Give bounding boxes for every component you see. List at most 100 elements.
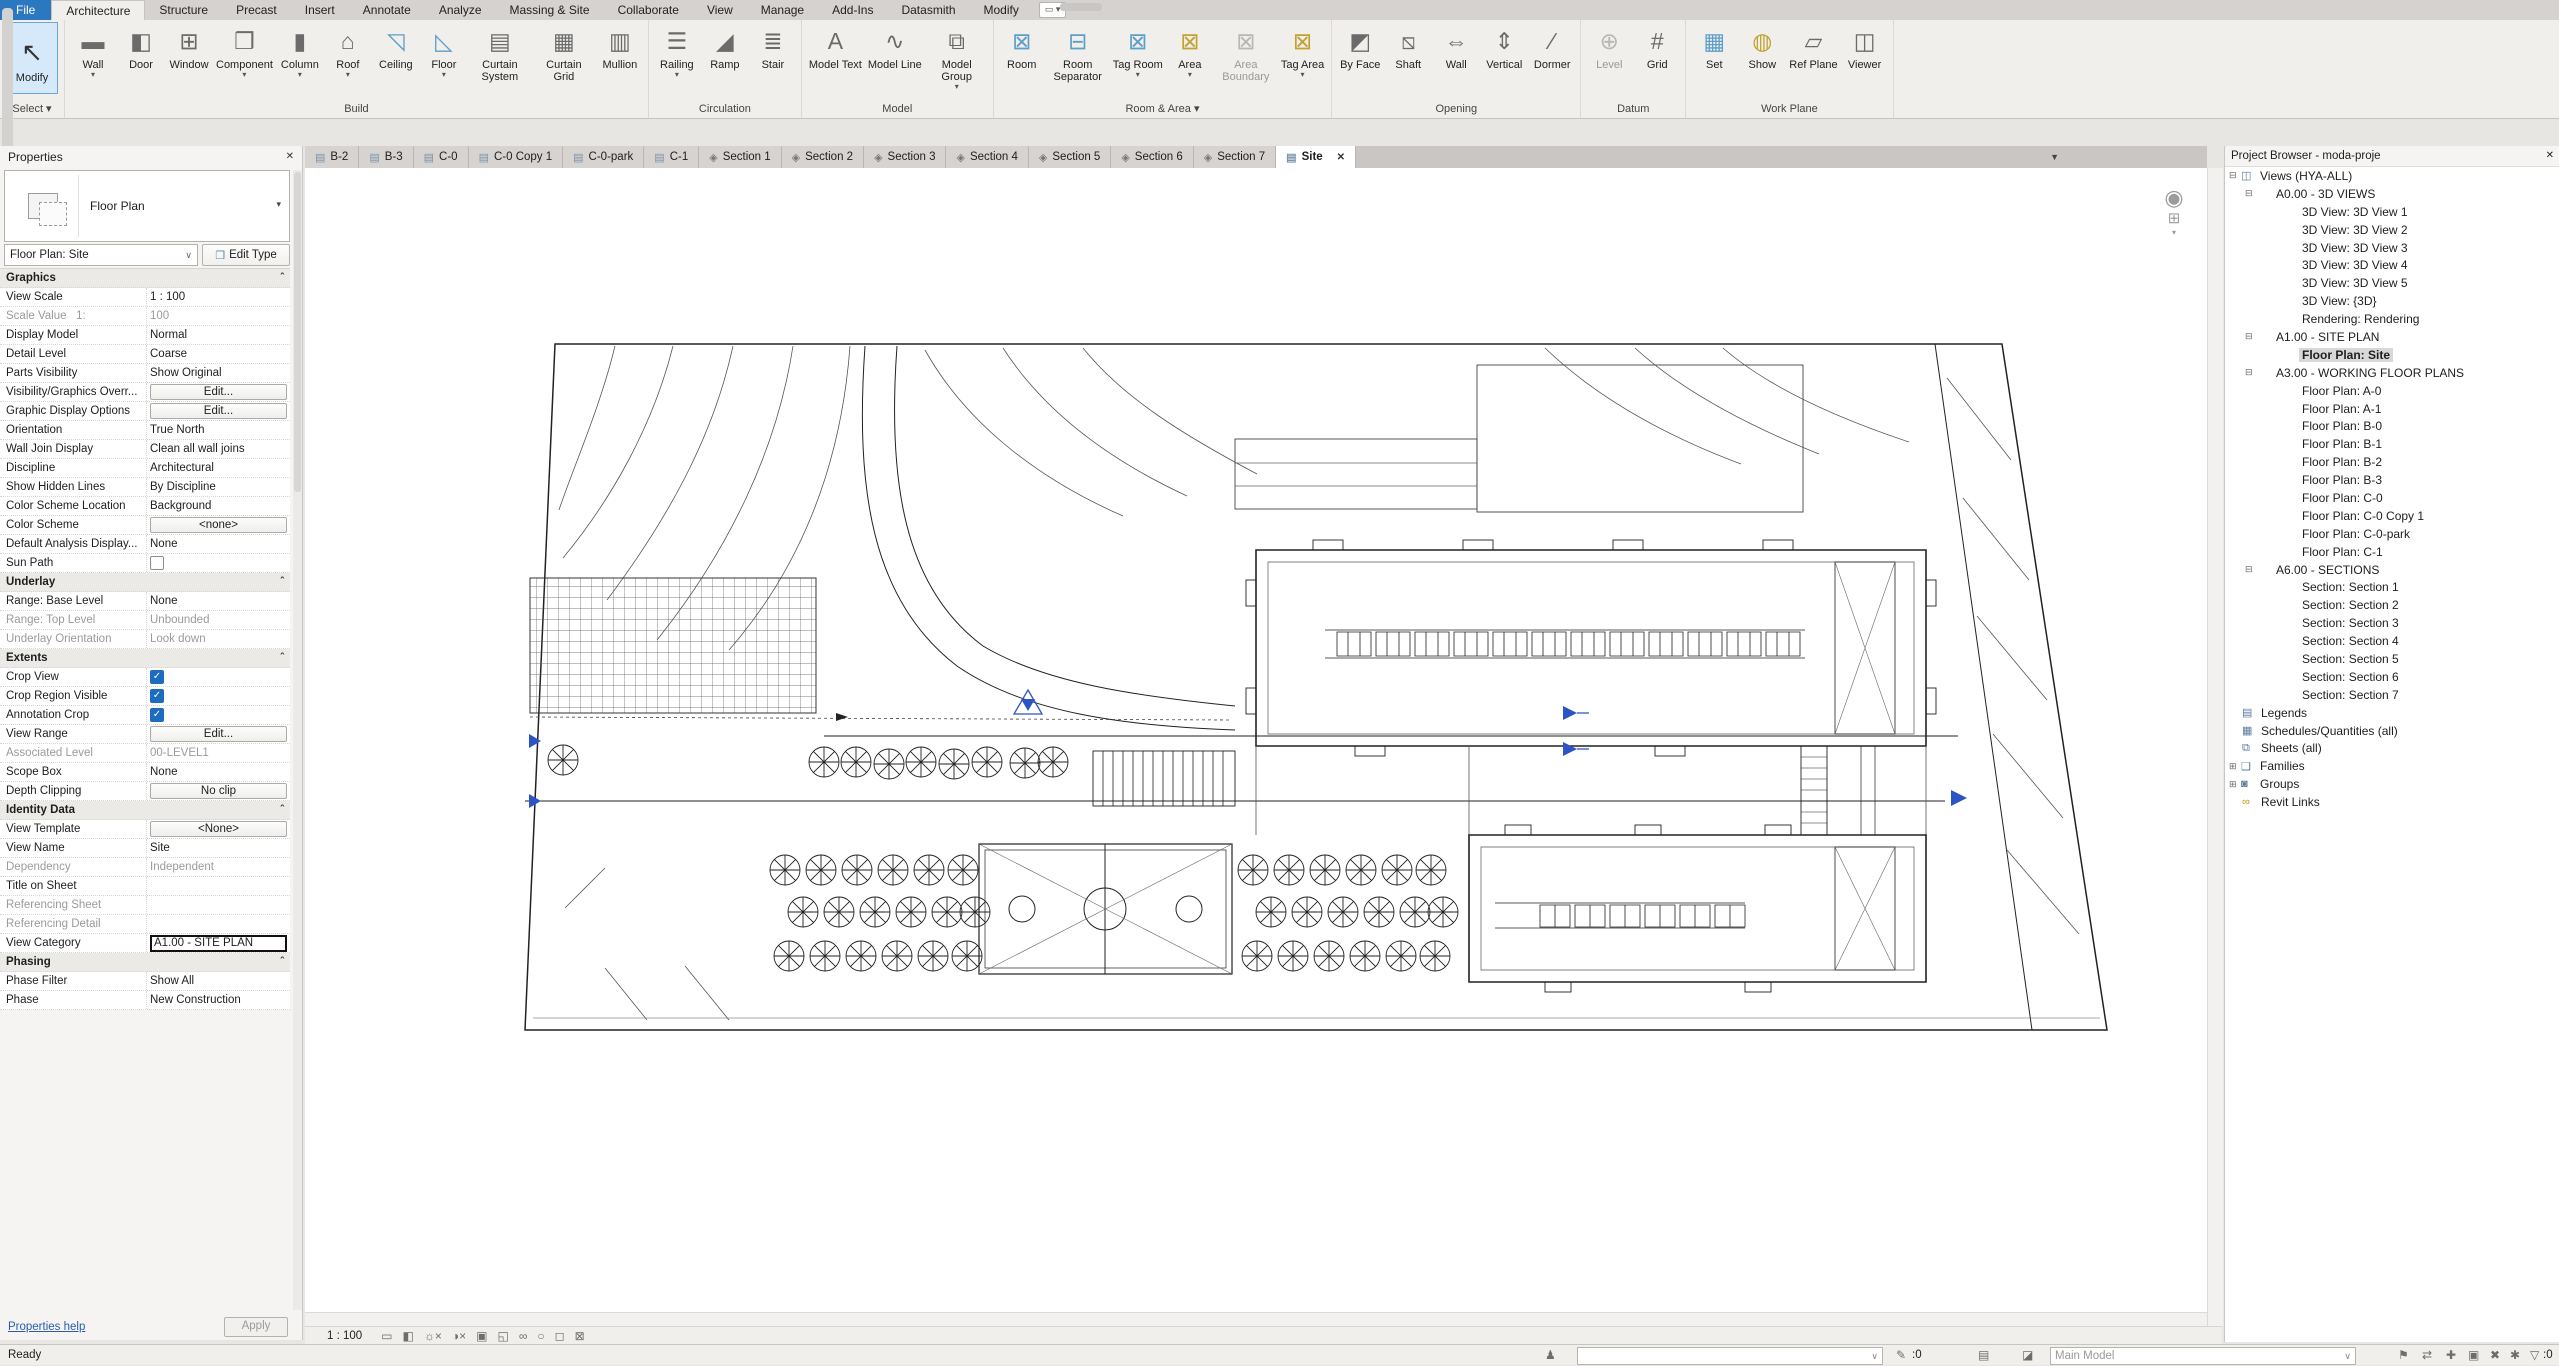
drawing-area[interactable]: ◉ ⊞ ▾ [305,168,2207,1312]
ribbon-tool[interactable]: A Model Text [806,22,865,72]
property-row[interactable]: Annotation Crop [0,706,290,725]
menu-tab[interactable]: Insert [291,0,349,20]
property-row[interactable]: Crop Region Visible [0,687,290,706]
tree-item[interactable]: Section: Section 1 [2225,578,2559,596]
collapse-chevron-icon[interactable]: ˆ [280,272,284,284]
property-row[interactable]: Show Hidden Lines By Discipline [0,478,290,497]
ribbon-tool[interactable]: ◩ By Face [1336,22,1384,72]
sun-path-icon[interactable]: ☼× [424,1329,442,1343]
temporary-hide-isolate-icon[interactable]: ∞ [519,1329,528,1343]
property-row[interactable]: Sun Path [0,554,290,573]
expander-icon[interactable]: ⊟ [2245,564,2257,575]
menu-tab[interactable]: Manage [747,0,818,20]
view-tab[interactable]: ◈ Section 7 [1194,146,1276,168]
ribbon-tool[interactable]: ◫ Viewer [1841,22,1889,72]
property-row[interactable]: Crop View [0,668,290,687]
property-row[interactable]: Underlay Orientation Look down [0,630,290,649]
ribbon-tool[interactable]: ⊠ Room [998,22,1046,72]
property-row[interactable]: Range: Top Level Unbounded [0,611,290,630]
pin-icon[interactable]: ✚ [2446,1345,2456,1365]
tree-item[interactable]: ▤ Legends [2225,704,2559,722]
menu-tab[interactable]: Precast [222,0,291,20]
ribbon-tool[interactable]: ⊟ Room Separator [1046,22,1110,84]
property-row[interactable]: Display Model Normal [0,326,290,345]
close-icon[interactable]: ✕ [286,146,294,168]
select-links-icon[interactable]: ⚑ [2398,1345,2409,1365]
expander-icon[interactable]: ⊞ [2229,779,2241,790]
tree-item[interactable]: Floor Plan: C-0-park [2225,525,2559,543]
tree-item[interactable]: Rendering: Rendering [2225,310,2559,328]
horizontal-scrollbar[interactable] [305,1312,2207,1327]
property-row[interactable]: Graphic Display Options Edit... [0,402,290,421]
zoom-icon[interactable]: ⊞ [2168,210,2181,228]
property-row[interactable]: Scope Box None [0,763,290,782]
view-tab[interactable]: ◈ Section 3 [864,146,946,168]
view-tab[interactable]: ◈ Section 1 [699,146,781,168]
design-options-icon[interactable]: ▤ [1978,1345,1989,1365]
view-tab[interactable]: ▤ C-0-park [563,146,644,168]
expander-icon[interactable]: ⊟ [2245,188,2257,199]
tree-item[interactable]: Section: Section 2 [2225,596,2559,614]
expander-icon[interactable]: ⊟ [2245,331,2257,342]
property-row[interactable]: Phase Filter Show All [0,972,290,991]
property-row[interactable]: View Range Edit... [0,725,290,744]
detail-level-icon[interactable]: ▭ [381,1329,392,1343]
property-row[interactable]: Extents ˆ [0,649,290,668]
steering-wheel-icon[interactable]: ◉ [2164,186,2183,210]
ribbon-tool[interactable]: ▦ Curtain Grid [532,22,596,84]
menu-tab[interactable]: Analyze [425,0,496,20]
tree-item[interactable]: Floor Plan: Site [2225,346,2559,364]
property-row[interactable]: Color Scheme <none> [0,516,290,535]
menu-tab[interactable]: Structure [145,0,222,20]
properties-scrollbar[interactable] [293,170,302,1310]
ribbon-tool[interactable]: ◢ Ramp [701,22,749,72]
tree-item[interactable]: ⧉ Sheets (all) [2225,740,2559,758]
ribbon-tool[interactable]: ◹ Ceiling [372,22,420,72]
property-row[interactable]: Parts Visibility Show Original [0,364,290,383]
reveal-constraints-icon[interactable]: ◻ [555,1329,565,1343]
view-tab[interactable]: ▤ B-3 [359,146,413,168]
close-icon[interactable]: ✕ [1337,152,1345,163]
properties-help-link[interactable]: Properties help [8,1321,85,1333]
menu-tab[interactable]: View [693,0,747,20]
filter-icon[interactable]: ▽ [2530,1345,2539,1365]
collapse-chevron-icon[interactable]: ˆ [280,804,284,816]
tree-item[interactable]: 3D View: 3D View 5 [2225,274,2559,292]
view-scale-button[interactable]: 1 : 100 [327,1330,362,1342]
property-row[interactable]: Discipline Architectural [0,459,290,478]
tree-item[interactable]: 3D View: 3D View 1 [2225,203,2559,221]
ribbon-tool[interactable]: ▮ Column▾ [276,22,324,79]
select-pinned-icon[interactable]: ✖ [2490,1345,2500,1365]
tree-item[interactable]: 3D View: 3D View 2 [2225,221,2559,239]
property-row[interactable]: View Template <None> [0,820,290,839]
expander-icon[interactable]: ⊟ [2245,367,2257,378]
tree-item[interactable]: Section: Section 5 [2225,650,2559,668]
add-to-set-icon[interactable]: ◪ [2022,1345,2033,1365]
view-tab[interactable]: ▤ C-0 [414,146,469,168]
property-row[interactable]: Detail Level Coarse [0,345,290,364]
visual-style-icon[interactable]: ◧ [403,1329,414,1343]
close-icon[interactable]: ✕ [2546,146,2554,166]
property-row[interactable]: Associated Level 00-LEVEL1 [0,744,290,763]
ribbon-tool[interactable]: ▤ Curtain System [468,22,532,84]
property-row[interactable]: Phase New Construction [0,991,290,1010]
ribbon-tool[interactable]: ⌂ Roof▾ [324,22,372,79]
tree-item[interactable]: Section: Section 4 [2225,632,2559,650]
tree-item[interactable]: 3D View: 3D View 3 [2225,239,2559,257]
tab-list-dropdown[interactable]: ▼ [2042,146,2067,168]
ribbon-tool[interactable]: ⧅ Shaft [1384,22,1432,72]
instance-selector[interactable]: Floor Plan: Site ∨ [4,244,198,266]
tree-item[interactable]: Floor Plan: B-2 [2225,453,2559,471]
tree-item[interactable]: Section: Section 6 [2225,668,2559,686]
property-row[interactable]: Identity Data ˆ [0,801,290,820]
property-row[interactable]: Graphics ˆ [0,269,290,288]
ribbon-tool[interactable]: ☰ Railing▾ [653,22,701,79]
property-row[interactable]: Wall Join Display Clean all wall joins [0,440,290,459]
view-tab[interactable]: ◈ Section 2 [782,146,864,168]
ribbon-tool[interactable]: ❒ Component▾ [213,22,276,79]
property-row[interactable]: Title on Sheet [0,877,290,896]
design-option-select[interactable]: Main Model ∨ [2050,1347,2356,1365]
ribbon-tool[interactable]: ▦ Set [1690,22,1738,72]
tree-item[interactable]: ▦ Schedules/Quantities (all) [2225,722,2559,740]
menu-tab[interactable]: Massing & Site [496,0,604,20]
